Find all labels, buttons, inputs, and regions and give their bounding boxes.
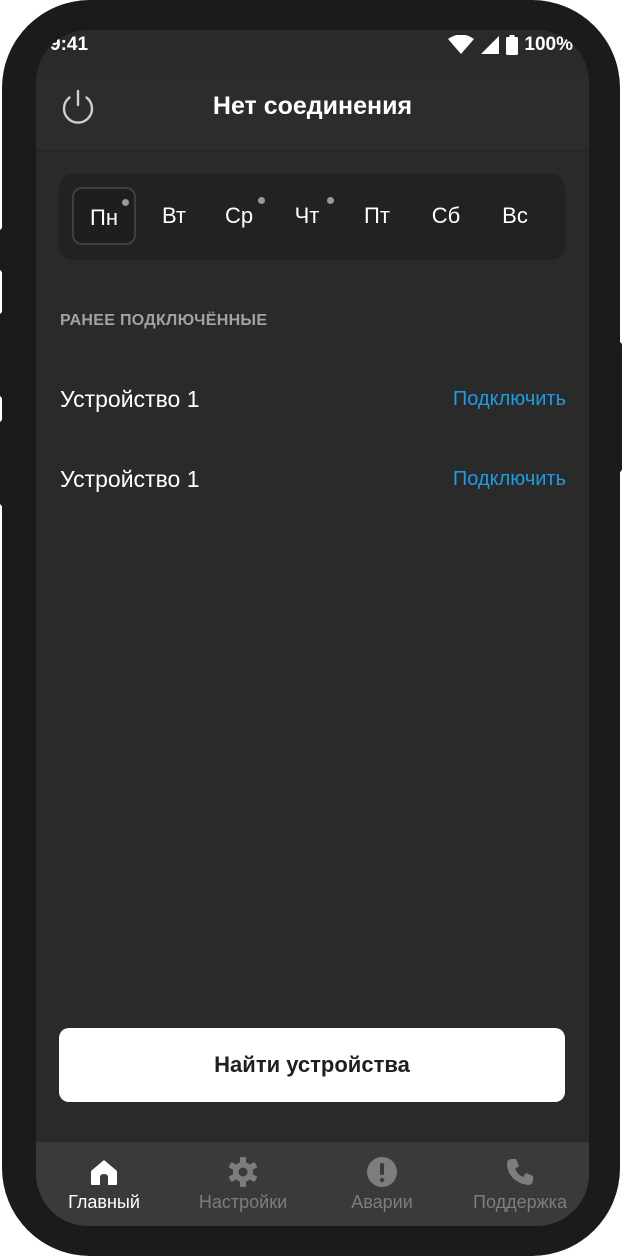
bottom-navigation: Главный Настройки Аварии Поддержка [36, 1142, 589, 1226]
schedule-dot [122, 199, 129, 206]
day-label: Вс [502, 203, 528, 228]
day-fri[interactable]: Пт [345, 187, 409, 245]
nav-label: Настройки [198, 1192, 288, 1212]
day-label: Ср [224, 203, 254, 228]
nav-item-alarms[interactable]: Аварии [312, 1142, 452, 1226]
nav-label: Главный [68, 1192, 140, 1212]
side-button-left-1 [0, 228, 6, 272]
day-mon[interactable]: Пн [72, 187, 136, 245]
nav-label: Поддержка [473, 1192, 567, 1212]
day-label: Вт [161, 203, 187, 228]
status-time: 9:41 [50, 34, 89, 55]
nav-item-settings[interactable]: Настройки [173, 1142, 313, 1226]
device-row: Устройство 1 Подключить [60, 380, 566, 420]
alert-icon [367, 1157, 397, 1187]
battery-percent: 100% [524, 34, 573, 55]
app-screen: 9:41 100% Нет соединения Пн Вт Ср Чт Пт … [36, 30, 589, 1226]
find-devices-button[interactable]: Найти устройства [59, 1028, 565, 1102]
wifi-icon [448, 35, 475, 54]
nav-item-home[interactable]: Главный [36, 1142, 174, 1226]
battery-icon [506, 35, 519, 55]
section-label-previous: РАНЕЕ ПОДКЛЮЧЁННЫЕ [60, 312, 268, 329]
page-title: Нет соединения [212, 92, 413, 120]
home-icon [91, 1160, 117, 1185]
connect-button[interactable]: Подключить [453, 388, 566, 411]
device-name: Устройство 1 [60, 386, 200, 412]
day-label: Сб [431, 203, 461, 228]
side-button-right [616, 342, 622, 472]
gear-icon [228, 1157, 258, 1187]
day-label: Чт [294, 203, 320, 228]
device-name: Устройство 1 [60, 466, 200, 492]
phone-icon [507, 1159, 533, 1185]
side-button-left-3 [0, 420, 6, 506]
day-tue[interactable]: Вт [142, 187, 206, 245]
day-sat[interactable]: Сб [414, 187, 478, 245]
day-thu[interactable]: Чт [275, 187, 339, 245]
connect-button[interactable]: Подключить [453, 468, 566, 491]
day-selector: Пн Вт Ср Чт Пт Сб Вс [59, 174, 565, 260]
status-icons: 100% [448, 34, 573, 56]
nav-item-support[interactable]: Поддержка [450, 1142, 589, 1226]
app-header: Нет соединения [36, 74, 589, 151]
schedule-dot [258, 197, 265, 204]
day-label: Пт [364, 203, 390, 228]
day-sun[interactable]: Вс [483, 187, 547, 245]
nav-label: Аварии [351, 1192, 413, 1212]
cellular-signal-icon [481, 36, 500, 54]
side-button-left-2 [0, 312, 6, 398]
schedule-dot [327, 197, 334, 204]
day-wed[interactable]: Ср [207, 187, 271, 245]
device-row: Устройство 1 Подключить [60, 460, 566, 500]
day-label: Пн [90, 205, 118, 230]
